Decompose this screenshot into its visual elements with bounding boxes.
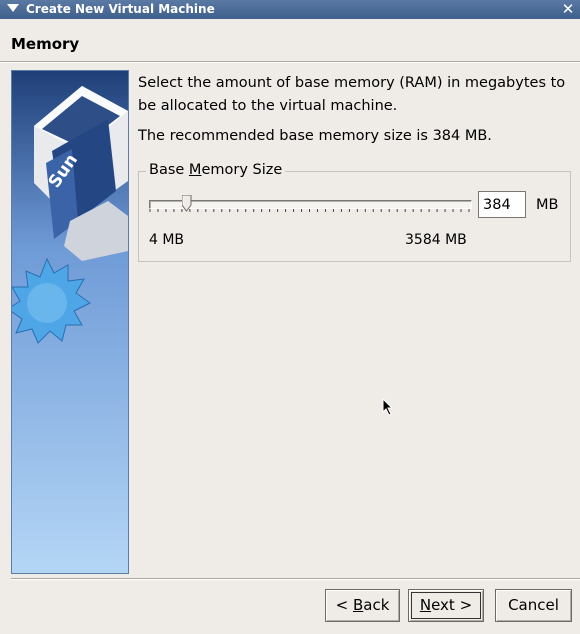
window-title: Create New Virtual Machine: [26, 2, 215, 16]
cancel-button[interactable]: Cancel: [495, 589, 572, 622]
slider-ticks: [149, 209, 470, 212]
title-bar[interactable]: Create New Virtual Machine ✕: [0, 0, 580, 19]
slider-handle[interactable]: [181, 195, 192, 213]
slider-min-label: 4 MB: [149, 232, 185, 248]
close-icon[interactable]: ✕: [560, 0, 576, 18]
base-memory-group-title: Base Memory Size: [146, 162, 286, 178]
slider-max-label: 3584 MB: [405, 232, 467, 248]
virtualbox-logo-illustration: Sun: [12, 71, 128, 573]
page-title: Memory: [11, 35, 80, 53]
base-memory-slider[interactable]: [149, 195, 472, 215]
memory-size-input[interactable]: [478, 191, 526, 218]
mouse-cursor-icon: [382, 398, 394, 416]
back-button[interactable]: < Back: [325, 589, 400, 622]
memory-unit-label: MB: [536, 197, 559, 213]
header-divider: [0, 61, 580, 63]
intro-text: Select the amount of base memory (RAM) i…: [138, 75, 566, 114]
wizard-side-image: Sun: [11, 70, 129, 574]
recommendation-text: The recommended base memory size is 384 …: [138, 128, 492, 144]
next-button[interactable]: Next >: [408, 589, 484, 622]
footer-divider: [11, 578, 580, 580]
window-menu-icon[interactable]: [7, 4, 19, 12]
